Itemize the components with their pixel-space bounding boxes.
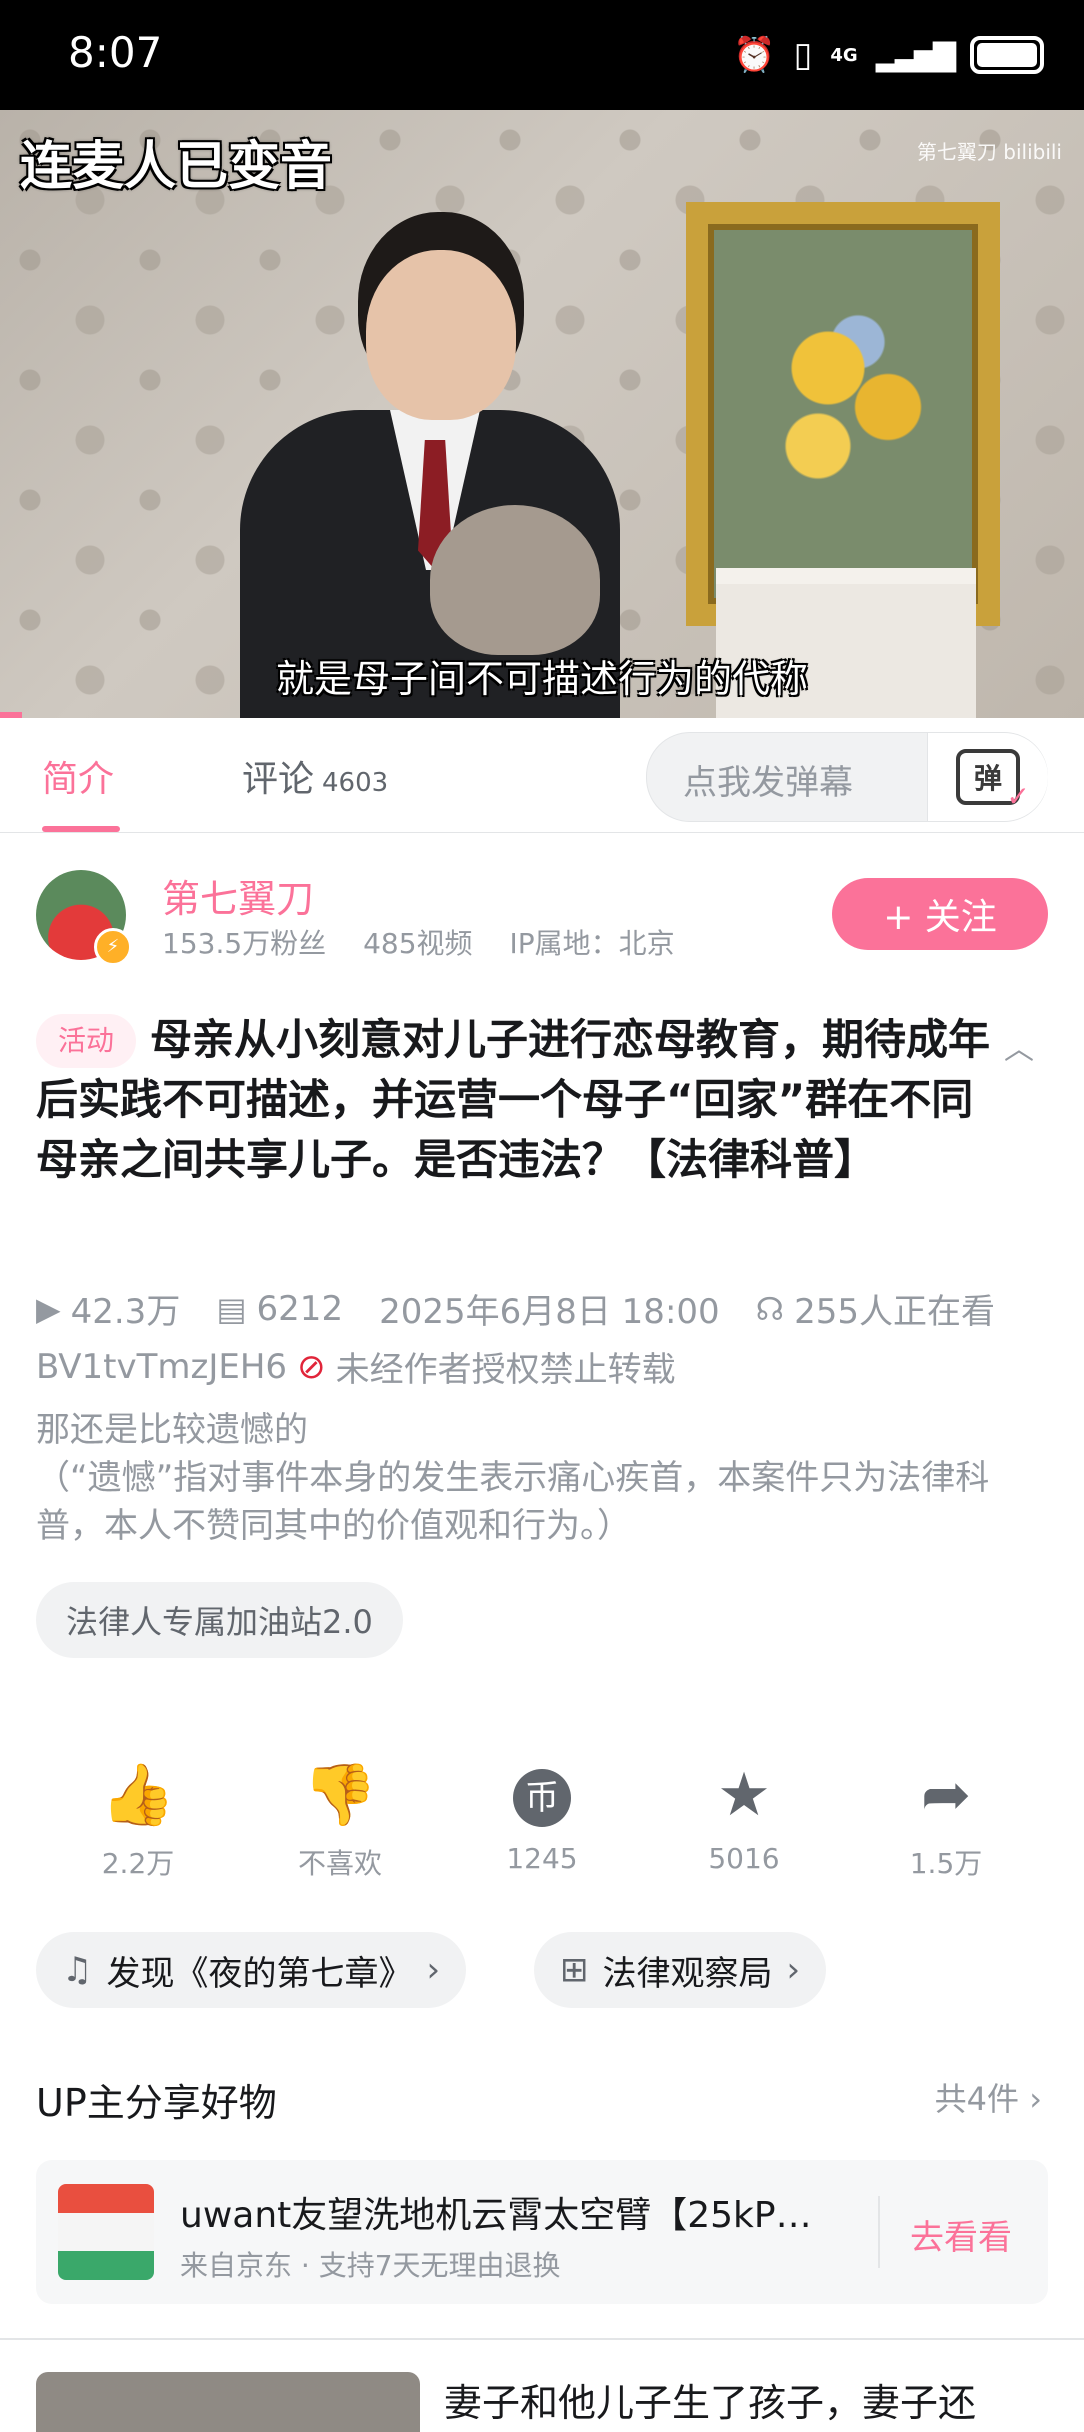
coin-count: 1245 [506, 1842, 578, 1875]
channel-pill[interactable]: ⊞ 法律观察局 › [534, 1932, 827, 2008]
lightning-badge-icon: ⚡ [94, 928, 132, 966]
activity-tag[interactable]: 活动 [36, 1014, 137, 1068]
bv-row: BV1tvTmzJEH6 ⊘ 未经作者授权禁止转载 [36, 1342, 676, 1391]
tab-comments-count: 4603 [322, 768, 389, 798]
bvid[interactable]: BV1tvTmzJEH6 [36, 1347, 287, 1387]
video-title: 母亲从小刻意对儿子进行恋母教育，期待成年后实践不可描述，并运营一个母子“回家”群… [36, 1015, 991, 1184]
like-button[interactable]: 👍 2.2万 [68, 1760, 208, 1882]
topic-chip[interactable]: 法律人专属加油站2.0 [36, 1582, 403, 1658]
thumbs-down-icon: 👎 [302, 1760, 378, 1830]
uploader-ip: IP属地：北京 [509, 927, 675, 960]
network-label: 4G [830, 44, 858, 66]
description-line-2: （“遗憾”指对事件本身的发生表示痛心疾首，本案件只为法律科普，本人不赞同其中的价… [36, 1458, 990, 1546]
chevron-up-icon[interactable]: ︿ [1004, 1024, 1034, 1068]
uploader-videos: 485视频 [363, 927, 473, 960]
view-count: 42.3万 [70, 1292, 181, 1332]
goods-thumbnail [58, 2184, 154, 2280]
video-subtitle: 就是母子间不可描述行为的代称 [275, 657, 808, 701]
status-icons: ⏰ ▯ 4G ▂▃▅▇ [733, 30, 1044, 80]
status-time: 8:07 [68, 28, 163, 77]
music-pill-label: 发现《夜的第七章》 [106, 1953, 413, 1994]
recommend-thumbnail[interactable] [36, 2372, 420, 2432]
tab-intro[interactable]: 简介 [42, 750, 114, 802]
play-count-icon: ▶ [36, 1289, 61, 1328]
goods-view-button[interactable]: 去看看 [910, 2210, 1012, 2259]
goods-count-link[interactable]: 共4件 › [935, 2074, 1042, 2120]
uploader-meta: 153.5万粉丝 485视频 IP属地：北京 [162, 922, 703, 962]
coin-button[interactable]: 币 1245 [472, 1760, 612, 1875]
favorite-button[interactable]: ★ 5016 [674, 1760, 814, 1875]
danmaku-count-icon: ▤ [216, 1289, 247, 1328]
video-player[interactable]: 连麦人已变音 第七翼刀 bilibili 就是母子间不可描述行为的代称 [0, 110, 1084, 718]
video-watermark: 第七翼刀 bilibili [916, 140, 1062, 164]
coin-icon: 币 [472, 1760, 612, 1830]
goods-card[interactable]: uwant友望洗地机云霄太空臂【25kP… 来自京东 · 支持7天无理由退换 去… [36, 2160, 1048, 2304]
share-icon: ➦ [920, 1760, 972, 1830]
description-line-1: 那还是比较遗憾的 [36, 1410, 308, 1450]
uploader-fans: 153.5万粉丝 [162, 927, 327, 960]
tab-comments-label: 评论 [242, 759, 315, 800]
video-overlay-title: 连麦人已变音 [20, 137, 333, 197]
video-title-block: 活动 母亲从小刻意对儿子进行恋母教育，期待成年后实践不可描述，并运营一个母子“回家… [36, 1010, 996, 1190]
danmaku-placeholder: 点我发弹幕 [683, 763, 853, 803]
painting-flowers [748, 264, 948, 524]
recommend-title[interactable]: 妻子和他儿子生了孩子，妻子还 [444, 2372, 976, 2427]
video-stats: ▶ 42.3万 ▤ 6212 2025年6月8日 18:00 ☊ 255人正在看 [36, 1284, 995, 1333]
danmaku-toggle-button[interactable]: 弹 [927, 733, 1048, 821]
follow-button[interactable]: + 关注 [832, 878, 1048, 950]
watching-count: 255人正在看 [794, 1292, 995, 1332]
share-count: 1.5万 [909, 1847, 983, 1880]
chevron-right-icon: › [426, 1950, 441, 1990]
presenter-head [366, 250, 516, 420]
star-icon: ★ [717, 1760, 771, 1830]
channel-pill-label: 法律观察局 [602, 1953, 773, 1994]
watching-icon: ☊ [755, 1289, 785, 1328]
like-count: 2.2万 [101, 1847, 175, 1880]
goods-subtitle: 来自京东 · 支持7天无理由退换 [180, 2249, 561, 2282]
cat [430, 505, 600, 655]
dislike-button[interactable]: 👎 不喜欢 [270, 1760, 410, 1882]
uploader-name[interactable]: 第七翼刀 [162, 868, 314, 923]
goods-name: uwant友望洗地机云霄太空臂【25kP… [180, 2195, 812, 2236]
chevron-right-icon: › [1029, 2080, 1042, 2118]
alarm-icon: ⏰ [733, 35, 776, 75]
music-note-icon: ♫ [62, 1950, 93, 1990]
goods-divider [878, 2196, 880, 2268]
goods-count: 共4件 [934, 2080, 1020, 2118]
tab-bar: 简介 评论 4603 点我发弹幕 弹 [0, 718, 1084, 833]
publish-date: 2025年6月8日 18:00 [379, 1292, 720, 1332]
danmaku-count: 6212 [256, 1288, 344, 1329]
no-repost-icon: ⊘ [297, 1346, 326, 1387]
tab-comments[interactable]: 评论 4603 [242, 750, 388, 802]
danmaku-input[interactable]: 点我发弹幕 弹 [646, 732, 1048, 822]
thumbs-up-icon: 👍 [100, 1760, 176, 1830]
status-bar: 8:07 ⏰ ▯ 4G ▂▃▅▇ [0, 0, 1084, 110]
goods-section-title: UP主分享好物 [36, 2081, 277, 2125]
channel-icon: ⊞ [560, 1950, 589, 1990]
painting [686, 202, 1000, 626]
video-description: 那还是比较遗憾的 （“遗憾”指对事件本身的发生表示痛心疾首，本案件只为法律科普，… [36, 1406, 1052, 1550]
chevron-right-icon: › [786, 1950, 801, 1990]
no-repost-notice: 未经作者授权禁止转载 [335, 1350, 676, 1390]
vibrate-icon: ▯ [793, 35, 813, 75]
signal-icon: ▂▃▅▇ [875, 37, 956, 73]
danmaku-icon: 弹 [956, 749, 1030, 813]
section-divider [0, 2338, 1084, 2340]
music-pill[interactable]: ♫ 发现《夜的第七章》 › [36, 1932, 467, 2008]
battery-icon [970, 36, 1044, 74]
dislike-label: 不喜欢 [297, 1847, 382, 1880]
tab-active-indicator [42, 826, 120, 832]
favorite-count: 5016 [708, 1842, 780, 1875]
share-button[interactable]: ➦ 1.5万 [876, 1760, 1016, 1882]
